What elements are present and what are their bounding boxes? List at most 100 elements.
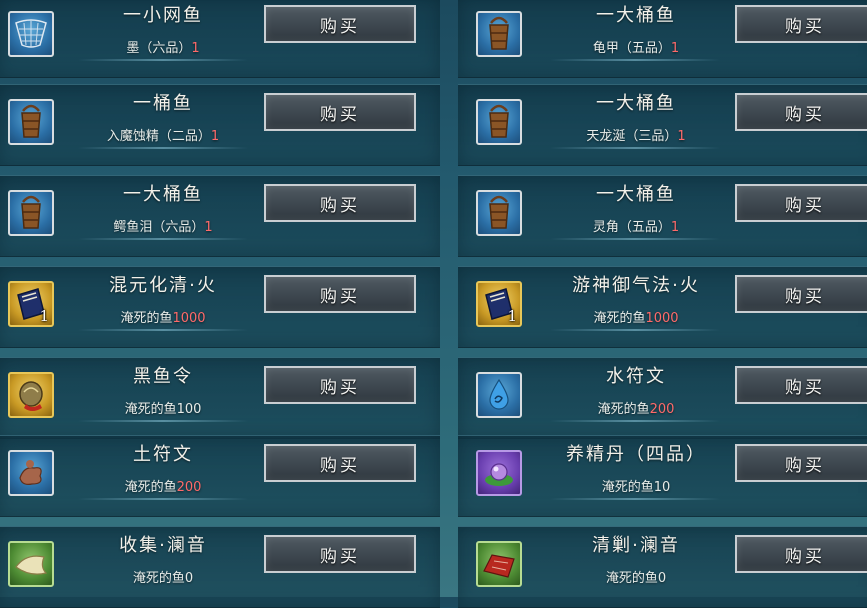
item-name: 游神御气法·火 [572, 275, 700, 296]
divider [550, 238, 720, 240]
fishing-net-icon[interactable] [8, 11, 54, 57]
item-price: 淹死的鱼100 [53, 398, 273, 417]
book-icon[interactable]: 1 [476, 281, 522, 327]
price-currency: 淹死的鱼 [132, 571, 185, 586]
fish-bucket-icon[interactable] [476, 11, 522, 57]
item-name: 水符文 [606, 366, 666, 387]
divider [78, 329, 248, 331]
price-currency: 淹死的鱼 [605, 571, 658, 586]
item-price: 淹死的鱼0 [53, 567, 273, 586]
buy-button[interactable]: 购买 [735, 444, 867, 482]
price-currency: 灵角（五品） [592, 220, 671, 235]
price-amount: 1000 [645, 311, 679, 326]
token-icon[interactable] [8, 372, 54, 418]
item-name: 土符文 [133, 444, 193, 465]
shop-item-card[interactable]: 一小网鱼 墨（六品）1 购买 [0, 0, 440, 78]
divider [78, 420, 248, 422]
item-name: 混元化清·火 [109, 275, 217, 296]
item-name: 一大桶鱼 [596, 5, 676, 26]
earth-rune-icon[interactable] [8, 450, 54, 496]
item-price: 淹死的鱼0 [526, 567, 746, 586]
shop-item-card[interactable]: 收集·澜音 淹死的鱼0 购买 [0, 526, 440, 608]
item-price: 淹死的鱼200 [526, 398, 746, 417]
price-amount: 10 [653, 480, 671, 495]
price-amount: 1 [670, 220, 680, 235]
price-amount: 200 [176, 480, 202, 495]
price-currency: 淹死的鱼 [120, 311, 173, 326]
shop-item-card[interactable]: 清剿·澜音 淹死的鱼0 购买 [458, 526, 867, 608]
price-currency: 淹死的鱼 [601, 480, 654, 495]
price-currency: 淹死的鱼 [124, 402, 177, 417]
divider [78, 147, 248, 149]
shop-item-card[interactable]: 一大桶鱼 龟甲（五品）1 购买 [458, 0, 867, 78]
shop-item-card[interactable]: 1 混元化清·火 淹死的鱼1000 购买 [0, 266, 440, 348]
buy-button[interactable]: 购买 [264, 444, 416, 482]
price-currency: 鳄鱼泪（六品） [113, 220, 205, 235]
item-price: 灵角（五品）1 [526, 216, 746, 235]
shop-item-card[interactable]: 土符文 淹死的鱼200 购买 [0, 435, 440, 517]
price-currency: 天龙涎（三品） [586, 129, 678, 144]
item-quantity: 1 [507, 307, 517, 325]
price-amount: 1 [210, 129, 220, 144]
water-rune-icon[interactable] [476, 372, 522, 418]
fish-bucket-icon[interactable] [8, 99, 54, 145]
price-amount: 1 [677, 129, 686, 144]
shop-item-card[interactable]: 一大桶鱼 天龙涎（三品）1 购买 [458, 84, 867, 166]
buy-button[interactable]: 购买 [264, 93, 416, 131]
price-amount: 1 [670, 41, 680, 56]
item-name: 黑鱼令 [133, 366, 193, 387]
divider [550, 147, 720, 149]
item-name: 一大桶鱼 [123, 184, 203, 205]
price-currency: 淹死的鱼 [597, 402, 650, 417]
pill-icon[interactable] [476, 450, 522, 496]
shop-item-card[interactable]: 一大桶鱼 灵角（五品）1 购买 [458, 175, 867, 257]
shop-item-card[interactable]: 养精丹（四品） 淹死的鱼10 购买 [458, 435, 867, 517]
item-name: 一大桶鱼 [596, 184, 676, 205]
price-amount: 200 [649, 402, 675, 417]
item-name: 养精丹（四品） [566, 444, 706, 465]
shop-item-card[interactable]: 1 游神御气法·火 淹死的鱼1000 购买 [458, 266, 867, 348]
buy-button[interactable]: 购买 [735, 535, 867, 573]
shop-item-card[interactable]: 水符文 淹死的鱼200 购买 [458, 357, 867, 439]
price-amount: 1 [204, 220, 213, 235]
book-icon[interactable]: 1 [8, 281, 54, 327]
scroll-icon[interactable] [476, 541, 522, 587]
item-price: 淹死的鱼10 [526, 476, 746, 495]
item-name: 一大桶鱼 [596, 93, 676, 114]
buy-button[interactable]: 购买 [735, 275, 867, 313]
item-price: 淹死的鱼200 [53, 476, 273, 495]
fish-bucket-icon[interactable] [8, 190, 54, 236]
item-price: 天龙涎（三品）1 [526, 125, 746, 144]
divider [78, 498, 248, 500]
divider [550, 329, 720, 331]
buy-button[interactable]: 购买 [264, 366, 416, 404]
item-name: 清剿·澜音 [592, 535, 680, 556]
item-price: 墨（六品）1 [53, 37, 273, 56]
buy-button[interactable]: 购买 [735, 184, 867, 222]
item-price: 淹死的鱼1000 [526, 307, 746, 326]
price-amount: 100 [176, 402, 202, 417]
buy-button[interactable]: 购买 [264, 5, 416, 43]
shop-item-card[interactable]: 黑鱼令 淹死的鱼100 购买 [0, 357, 440, 439]
shop-item-card[interactable]: 一桶鱼 入魔蚀精（二品）1 购买 [0, 84, 440, 166]
fish-bucket-icon[interactable] [476, 99, 522, 145]
price-currency: 墨（六品） [126, 41, 192, 56]
buy-button[interactable]: 购买 [735, 5, 867, 43]
price-currency: 淹死的鱼 [593, 311, 646, 326]
item-quantity: 1 [39, 307, 49, 325]
buy-button[interactable]: 购买 [735, 93, 867, 131]
fish-bucket-icon[interactable] [476, 190, 522, 236]
shop-item-card[interactable]: 一大桶鱼 鳄鱼泪（六品）1 购买 [0, 175, 440, 257]
scroll-icon[interactable] [8, 541, 54, 587]
buy-button[interactable]: 购买 [264, 275, 416, 313]
divider [78, 238, 248, 240]
price-amount: 0 [184, 571, 194, 586]
buy-button[interactable]: 购买 [264, 535, 416, 573]
buy-button[interactable]: 购买 [264, 184, 416, 222]
buy-button[interactable]: 购买 [735, 366, 867, 404]
price-amount: 1 [191, 41, 200, 56]
price-currency: 淹死的鱼 [124, 480, 177, 495]
divider [550, 420, 720, 422]
divider [550, 498, 720, 500]
item-price: 淹死的鱼1000 [53, 307, 273, 326]
